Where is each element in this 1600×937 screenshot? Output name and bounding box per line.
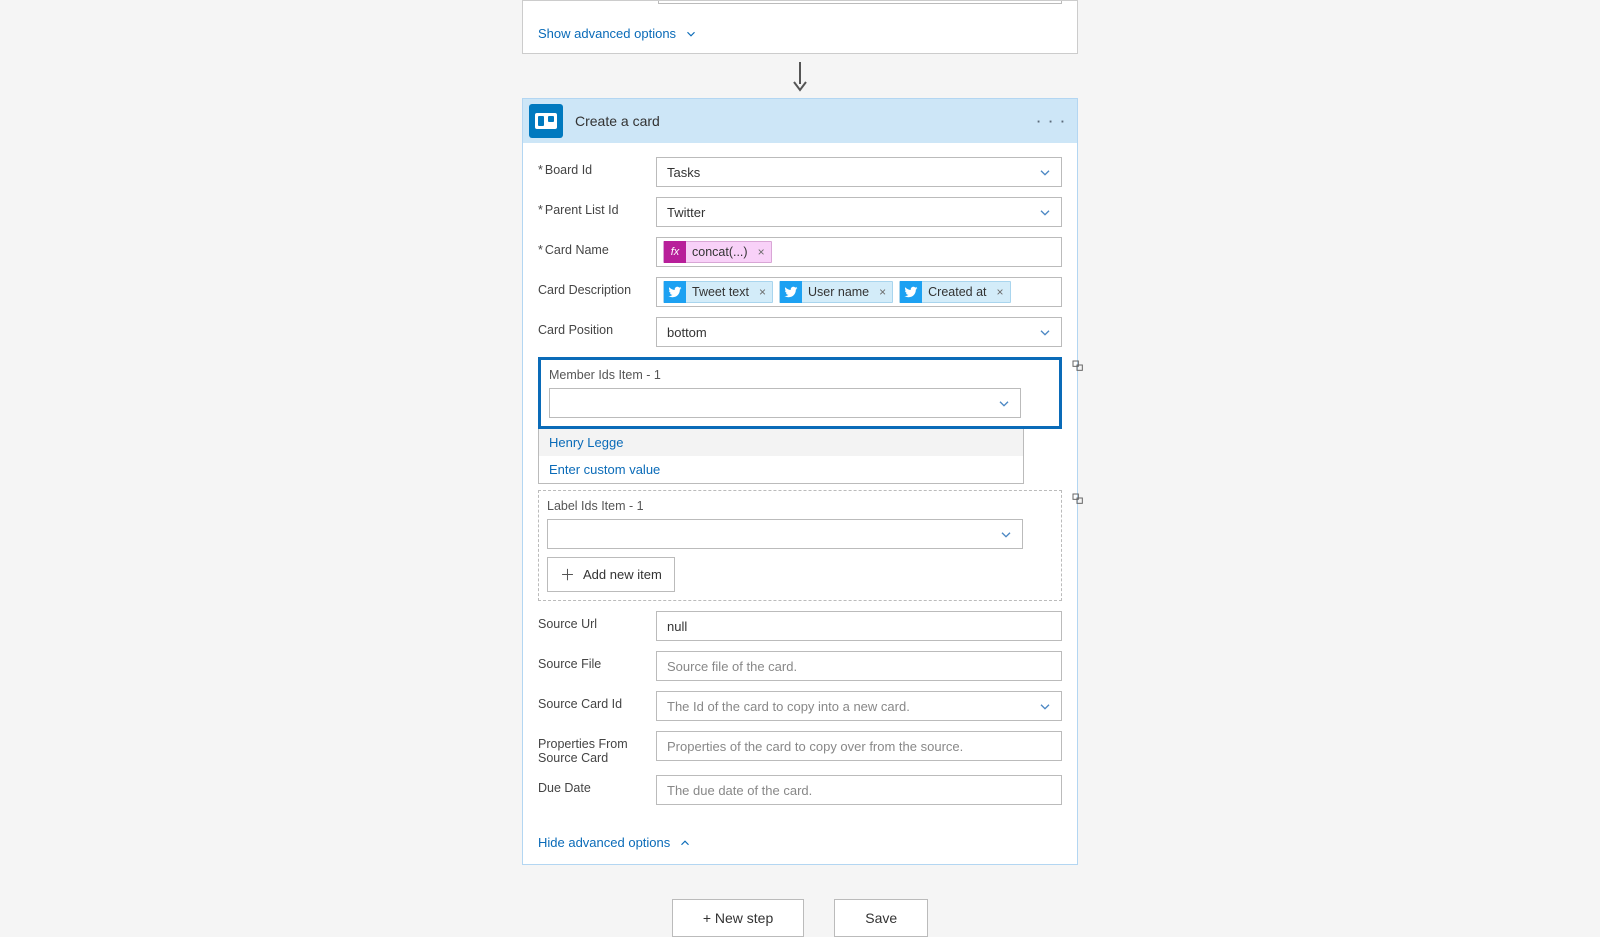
chevron-up-icon: [678, 836, 692, 850]
member-ids-select[interactable]: [549, 388, 1021, 418]
array-toolbar-icon[interactable]: [1071, 492, 1087, 511]
due-date-placeholder: The due date of the card.: [667, 783, 812, 798]
token-text: Created at: [928, 285, 986, 299]
source-url-input[interactable]: null: [656, 611, 1062, 641]
action-header[interactable]: Create a card · · ·: [523, 99, 1077, 143]
card-position-select[interactable]: bottom: [656, 317, 1062, 347]
previous-action-card: Show advanced options: [522, 0, 1078, 54]
twitter-icon: [900, 281, 922, 303]
source-card-id-placeholder: The Id of the card to copy into a new ca…: [667, 699, 910, 714]
parent-list-id-select[interactable]: Twitter: [656, 197, 1062, 227]
flow-connector-arrow: [522, 62, 1078, 90]
card-description-input[interactable]: Tweet text × User name ×: [656, 277, 1062, 307]
source-file-input[interactable]: Source file of the card.: [656, 651, 1062, 681]
chevron-down-icon: [1037, 204, 1053, 221]
action-menu-button[interactable]: · · ·: [1037, 114, 1067, 129]
label-ids-select[interactable]: [547, 519, 1023, 549]
hide-advanced-label: Hide advanced options: [538, 835, 670, 850]
twitter-icon: [780, 281, 802, 303]
chevron-down-icon: [1037, 698, 1053, 715]
token-remove-icon[interactable]: ×: [759, 285, 766, 299]
dynamic-token[interactable]: User name ×: [779, 281, 893, 303]
card-position-value: bottom: [667, 325, 707, 340]
dynamic-token[interactable]: Created at ×: [899, 281, 1010, 303]
due-date-label: Due Date: [538, 775, 656, 795]
source-card-id-label: Source Card Id: [538, 691, 656, 711]
save-button[interactable]: Save: [834, 899, 928, 937]
chevron-down-icon: [1037, 164, 1053, 181]
card-description-label: Card Description: [538, 277, 656, 297]
member-ids-array-item: Member Ids Item - 1: [538, 357, 1062, 429]
action-title: Create a card: [575, 113, 1025, 129]
board-id-value: Tasks: [667, 165, 700, 180]
token-remove-icon[interactable]: ×: [879, 285, 886, 299]
expression-token[interactable]: fx concat(...) ×: [663, 241, 772, 263]
add-new-item-button[interactable]: ＋ Add new item: [547, 557, 675, 592]
card-name-label: *Card Name: [538, 237, 656, 257]
card-name-input[interactable]: fx concat(...) ×: [656, 237, 1062, 267]
token-remove-icon[interactable]: ×: [997, 285, 1004, 299]
trello-icon: [529, 104, 563, 138]
dropdown-option[interactable]: Henry Legge: [539, 429, 1023, 456]
parent-list-id-value: Twitter: [667, 205, 705, 220]
array-toolbar-icon[interactable]: [1071, 359, 1087, 378]
source-url-label: Source Url: [538, 611, 656, 631]
dropdown-option-custom[interactable]: Enter custom value: [539, 456, 1023, 483]
add-item-label: Add new item: [583, 567, 662, 582]
chevron-down-icon: [684, 27, 698, 41]
label-ids-item-title: Label Ids Item - 1: [547, 499, 1023, 513]
plus-icon: ＋: [560, 564, 575, 585]
chevron-down-icon: [1037, 324, 1053, 341]
hide-advanced-options-link[interactable]: Hide advanced options: [538, 835, 692, 850]
token-text: concat(...): [692, 245, 748, 259]
label-ids-array-item: Label Ids Item - 1 ＋ Add new item: [538, 490, 1062, 601]
member-ids-item-title: Member Ids Item - 1: [549, 368, 1021, 382]
show-advanced-options-link[interactable]: Show advanced options: [538, 26, 698, 41]
action-body: *Board Id Tasks *Parent List Id Twitter: [523, 143, 1077, 864]
token-remove-icon[interactable]: ×: [758, 245, 765, 259]
twitter-icon: [664, 281, 686, 303]
properties-from-source-label: Properties From Source Card: [538, 731, 656, 765]
card-position-label: Card Position: [538, 317, 656, 337]
token-text: User name: [808, 285, 869, 299]
properties-from-source-placeholder: Properties of the card to copy over from…: [667, 739, 963, 754]
new-step-button[interactable]: + New step: [672, 899, 804, 937]
show-advanced-label: Show advanced options: [538, 26, 676, 41]
dynamic-token[interactable]: Tweet text ×: [663, 281, 773, 303]
board-id-select[interactable]: Tasks: [656, 157, 1062, 187]
source-file-label: Source File: [538, 651, 656, 671]
source-file-placeholder: Source file of the card.: [667, 659, 797, 674]
token-text: Tweet text: [692, 285, 749, 299]
previous-action-field-edge: [658, 1, 1062, 4]
chevron-down-icon: [998, 526, 1014, 543]
source-url-value: null: [667, 619, 687, 634]
board-id-label: *Board Id: [538, 157, 656, 177]
due-date-input[interactable]: The due date of the card.: [656, 775, 1062, 805]
source-card-id-select[interactable]: The Id of the card to copy into a new ca…: [656, 691, 1062, 721]
parent-list-id-label: *Parent List Id: [538, 197, 656, 217]
create-card-action: Create a card · · · *Board Id Tasks *: [522, 98, 1078, 865]
chevron-down-icon: [996, 395, 1012, 412]
fx-icon: fx: [664, 241, 686, 263]
footer-buttons: + New step Save: [522, 899, 1078, 937]
member-ids-dropdown: Henry Legge Enter custom value: [538, 429, 1024, 484]
properties-from-source-input[interactable]: Properties of the card to copy over from…: [656, 731, 1062, 761]
